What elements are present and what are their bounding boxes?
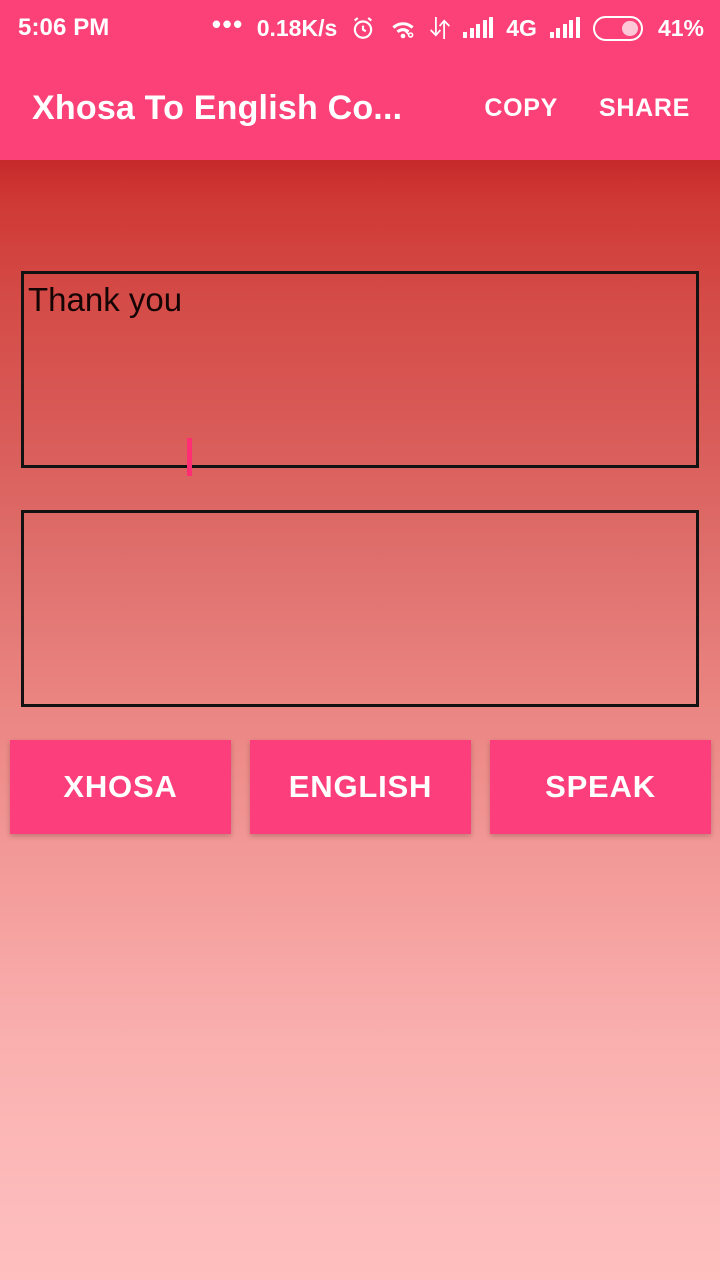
xhosa-button[interactable]: XHOSA [10,740,231,834]
status-bar: 5:06 PM ••• 0.18K/s 4G 41% [0,0,720,56]
overflow-dots-icon: ••• [211,9,244,40]
signal-bars-icon-secondary [549,17,580,38]
content-area: XHOSA ENGLISH SPEAK [0,160,720,1280]
speak-button[interactable]: SPEAK [490,740,711,834]
network-type-label: 4G [506,14,537,41]
app-bar: Xhosa To English Co... COPY SHARE [0,56,720,160]
signal-bars-icon [463,17,494,38]
status-clock: 5:06 PM [18,14,110,41]
alarm-clock-icon [350,15,376,41]
source-text-input[interactable] [21,271,699,468]
battery-level-label: 41% [657,14,704,41]
app-bar-actions: COPY SHARE [468,80,706,137]
phone-screen: 5:06 PM ••• 0.18K/s 4G 41% Xhosa To Engl… [0,0,720,1280]
status-icons-group: ••• 0.18K/s 4G 41% [211,9,704,41]
copy-button[interactable]: COPY [468,80,574,137]
data-transfer-icon [430,16,451,40]
battery-fill [621,20,638,36]
action-button-row: XHOSA ENGLISH SPEAK [0,740,720,834]
page-title: Xhosa To English Co... [32,88,403,127]
wifi-icon [389,16,417,40]
text-cursor [187,438,192,476]
network-speed-label: 0.18K/s [256,14,338,41]
translation-output-field[interactable] [21,510,699,707]
english-button[interactable]: ENGLISH [250,740,471,834]
share-button[interactable]: SHARE [583,80,706,137]
battery-icon [592,15,643,41]
